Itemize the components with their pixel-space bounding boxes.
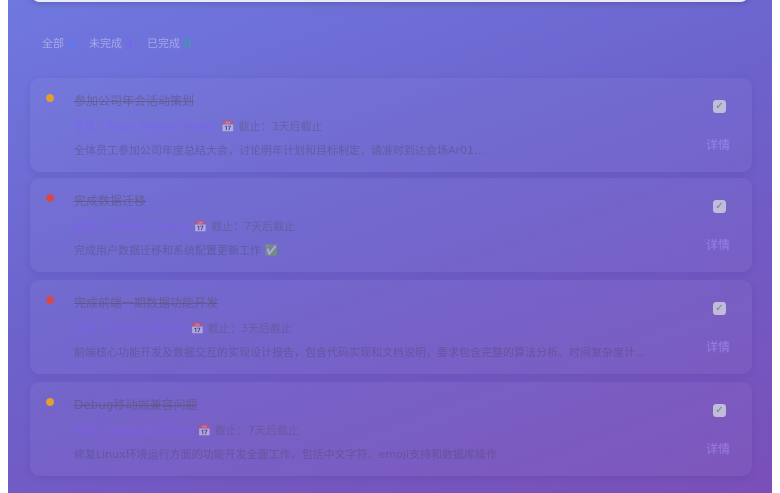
task-assignee: 负责：Michael Zhang <box>74 220 188 233</box>
priority-dot <box>46 194 54 202</box>
task-due: 📅 截止：7天后截止 <box>193 220 296 233</box>
task-meta: 负责：Ewan Weston Wang 📅 截止：3天后截止 <box>74 118 322 134</box>
complete-checkbox[interactable]: ✓ <box>713 100 726 113</box>
task-title: 参加公司年会活动策划 <box>74 94 195 108</box>
task-assignee: 负责：Sandra Zhang <box>74 322 185 335</box>
stat-all-count: 4 <box>68 37 75 50</box>
stat-all[interactable]: 全部 4 <box>42 35 75 51</box>
priority-dot <box>46 94 54 102</box>
task-description: 完成用户数据迁移和系统配置更新工作 ✅ <box>74 244 279 257</box>
task-title: 完成前端一期数据功能开发 <box>74 296 219 310</box>
detail-link[interactable]: 详情 <box>706 136 730 153</box>
task-description: 前端核心功能开发及数据交互的实现设计报告，包含代码实现和文档说明，要求包含完整的… <box>74 346 646 359</box>
complete-checkbox[interactable]: ✓ <box>713 200 726 213</box>
task-due: 📅 截止：3天后截止 <box>221 120 323 133</box>
search-bar[interactable] <box>30 0 750 2</box>
task-card[interactable]: 参加公司年会活动策划 负责：Ewan Weston Wang 📅 截止：3天后截止… <box>30 78 752 172</box>
complete-checkbox[interactable]: ✓ <box>713 302 726 315</box>
task-meta: 负责：Sandra Zhang 📅 截止：3天后截止 <box>74 320 292 336</box>
stat-done-count: 0 <box>184 37 191 50</box>
detail-link[interactable]: 详情 <box>706 236 730 253</box>
priority-dot <box>46 398 54 406</box>
detail-link[interactable]: 详情 <box>706 338 730 355</box>
task-card[interactable]: 完成前端一期数据功能开发 负责：Sandra Zhang 📅 截止：3天后截止 前… <box>30 280 752 374</box>
complete-checkbox[interactable]: ✓ <box>713 404 726 417</box>
task-description: 修复Linux环境运行方面的功能开发全面工作，包括中文字符、emoji支持和数据… <box>74 448 497 461</box>
task-card[interactable]: 完成数据迁移 负责：Michael Zhang 📅 截止：7天后截止 完成用户数据… <box>30 178 752 272</box>
task-title: Debug移动端兼容问题 <box>74 398 198 412</box>
task-due: 📅 截止：3天后截止 <box>190 322 292 335</box>
task-stats: 全部 4 未完成 4 已完成 0 <box>42 35 191 51</box>
task-description: 全体员工参加公司年度总结大会，讨论明年计划和目标制定，请准时到达会场Ar01..… <box>74 144 485 157</box>
stat-active-label: 未完成 <box>89 37 122 50</box>
task-title: 完成数据迁移 <box>74 194 147 208</box>
priority-dot <box>46 296 54 304</box>
task-assignee: 负责：Hongqiu Zhang <box>74 424 192 437</box>
stat-done[interactable]: 已完成 0 <box>147 35 191 51</box>
app-window: 全部 4 未完成 4 已完成 0 参加公司年会活动策划 负责：Ewan Weston … <box>8 0 772 493</box>
task-meta: 负责：Michael Zhang 📅 截止：7天后截止 <box>74 218 295 234</box>
detail-link[interactable]: 详情 <box>706 440 730 457</box>
stat-done-label: 已完成 <box>147 37 180 50</box>
task-card[interactable]: Debug移动端兼容问题 负责：Hongqiu Zhang 📅 截止：7天后截止 … <box>30 382 752 476</box>
stat-active-count: 4 <box>126 37 133 50</box>
task-meta: 负责：Hongqiu Zhang 📅 截止：7天后截止 <box>74 422 299 438</box>
task-assignee: 负责：Ewan Weston Wang <box>74 120 216 133</box>
stat-all-label: 全部 <box>42 37 64 50</box>
task-due: 📅 截止：7天后截止 <box>197 424 299 437</box>
stat-active[interactable]: 未完成 4 <box>89 35 133 51</box>
